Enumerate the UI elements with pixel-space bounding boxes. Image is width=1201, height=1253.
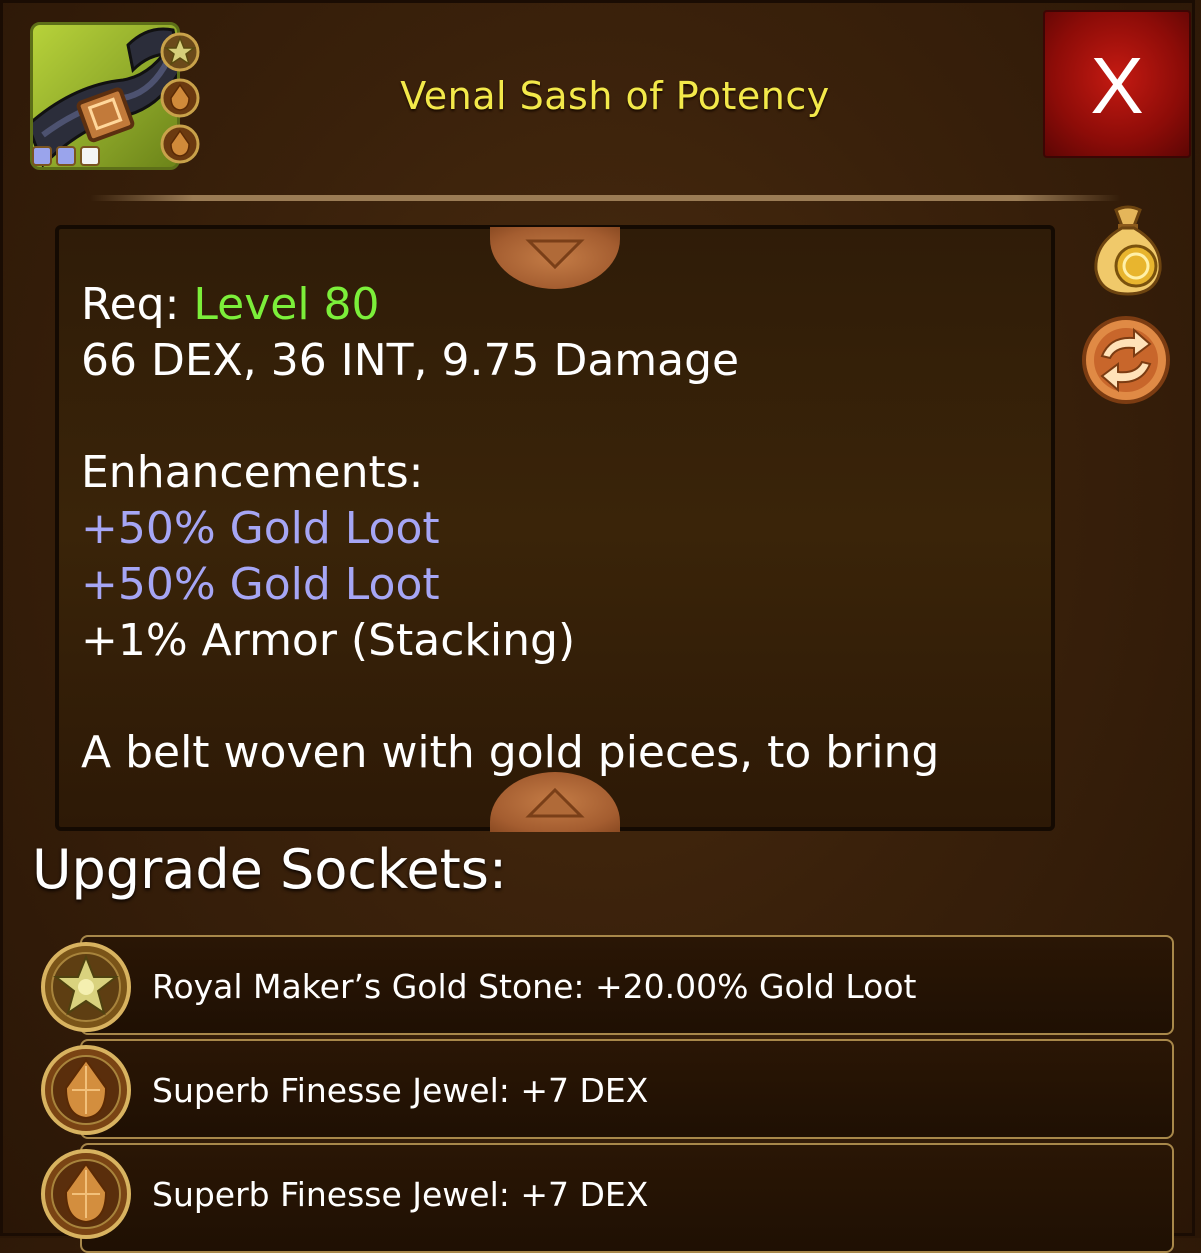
description-text: Req: Level 80 66 DEX, 36 INT, 9.75 Damag…: [81, 277, 1021, 781]
rarity-pips: [32, 146, 100, 166]
socket-label: Royal Maker’s Gold Stone: +20.00% Gold L…: [152, 967, 917, 1006]
enhancement-line: +50% Gold Loot: [81, 559, 440, 610]
socket-row[interactable]: Superb Finesse Jewel: +7 DEX: [80, 1039, 1174, 1139]
socket-label: Superb Finesse Jewel: +7 DEX: [152, 1175, 649, 1214]
finesse-jewel-icon[interactable]: [40, 1148, 132, 1240]
gold-stone-icon[interactable]: [40, 941, 132, 1033]
enhancements-label: Enhancements:: [81, 447, 424, 498]
socket-label: Superb Finesse Jewel: +7 DEX: [152, 1071, 649, 1110]
rarity-pip: [80, 146, 100, 166]
rarity-pip: [32, 146, 52, 166]
gold-bag-icon[interactable]: [1088, 204, 1168, 296]
divider: [90, 195, 1120, 201]
chevron-up-icon: [525, 787, 585, 818]
finesse-jewel-icon[interactable]: [40, 1044, 132, 1136]
mini-socket-finesse-jewel-icon: [160, 78, 200, 118]
enhancement-line: +1% Armor (Stacking): [81, 615, 576, 666]
rarity-pip: [56, 146, 76, 166]
req-level: Level 80: [193, 279, 380, 330]
stats-line: 66 DEX, 36 INT, 9.75 Damage: [81, 335, 740, 386]
swap-icon[interactable]: [1080, 314, 1172, 406]
socket-row[interactable]: Superb Finesse Jewel: +7 DEX: [80, 1143, 1174, 1253]
description-panel[interactable]: Req: Level 80 66 DEX, 36 INT, 9.75 Damag…: [55, 225, 1055, 831]
close-button[interactable]: X: [1043, 10, 1191, 158]
upgrade-sockets-title: Upgrade Sockets:: [32, 838, 508, 901]
enhancement-line: +50% Gold Loot: [81, 503, 440, 554]
mini-socket-finesse-jewel-icon: [160, 124, 200, 164]
req-label: Req:: [81, 279, 180, 330]
socket-row[interactable]: Royal Maker’s Gold Stone: +20.00% Gold L…: [80, 935, 1174, 1035]
chevron-down-icon: [525, 239, 585, 270]
item-title: Venal Sash of Potency: [400, 74, 830, 118]
mini-socket-gold-stone-icon: [160, 32, 200, 72]
